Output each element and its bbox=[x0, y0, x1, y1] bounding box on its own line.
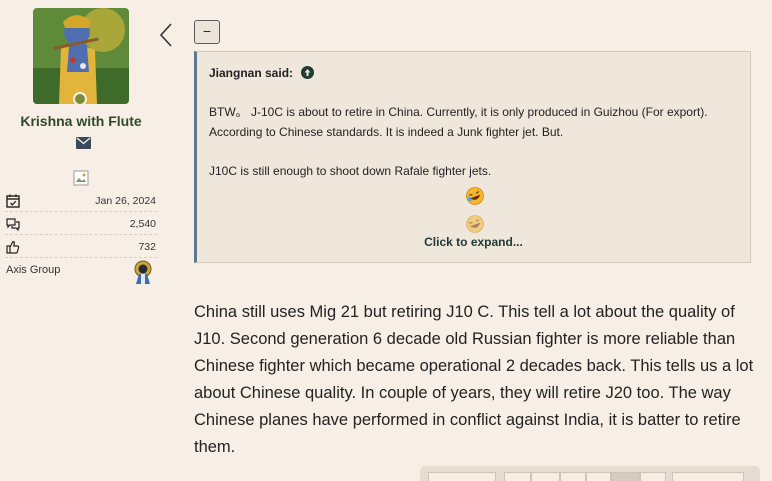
stat-joined-value: Jan 26, 2024 bbox=[95, 195, 156, 207]
stat-group: Axis Group bbox=[5, 258, 157, 288]
stat-joined: Jan 26, 2024 bbox=[5, 189, 157, 212]
arrow-up-circle-icon[interactable] bbox=[301, 66, 315, 79]
quote-attribution[interactable]: Jiangnan said: bbox=[209, 66, 315, 80]
pagination-button[interactable] bbox=[586, 472, 611, 481]
rofl-emoji-icon bbox=[466, 215, 484, 233]
group-badge-icon bbox=[134, 260, 152, 284]
user-avatar[interactable] bbox=[33, 8, 129, 104]
click-to-expand-link[interactable]: Click to expand... bbox=[197, 235, 750, 249]
rofl-emoji-icon bbox=[466, 187, 484, 205]
stat-messages: 2,540 bbox=[5, 212, 157, 235]
chevron-left-icon[interactable] bbox=[158, 22, 174, 48]
stat-reactions: 732 bbox=[5, 235, 157, 258]
pagination-button[interactable] bbox=[672, 472, 744, 481]
stat-reactions-value: 732 bbox=[138, 241, 156, 253]
pagination-button[interactable] bbox=[504, 472, 531, 481]
user-info-column: Krishna with Flute Jan 26, 2024 2,540 73… bbox=[0, 0, 162, 481]
username-link[interactable]: Krishna with Flute bbox=[0, 113, 162, 129]
broken-image-icon bbox=[73, 170, 89, 186]
pagination-bar bbox=[420, 466, 760, 481]
pagination-button[interactable] bbox=[531, 472, 560, 481]
quote-author[interactable]: Jiangnan said: bbox=[209, 66, 293, 80]
stat-messages-value: 2,540 bbox=[129, 218, 156, 230]
pagination-button-current[interactable] bbox=[611, 472, 640, 481]
mail-icon[interactable] bbox=[76, 137, 91, 149]
pagination-button[interactable] bbox=[640, 472, 666, 481]
post-body-text: China still uses Mig 21 but retiring J10… bbox=[194, 303, 754, 456]
thumbs-up-icon bbox=[6, 240, 20, 254]
quote-paragraph: J10C is still enough to shoot down Rafal… bbox=[209, 164, 492, 178]
user-stats: Jan 26, 2024 2,540 732 Axis Group bbox=[5, 189, 157, 288]
calendar-check-icon bbox=[6, 194, 20, 208]
pagination-button[interactable] bbox=[428, 472, 496, 481]
online-status-indicator bbox=[73, 92, 87, 106]
group-label: Axis Group bbox=[6, 264, 61, 276]
quote-paragraph: BTW。 J-10C is about to retire in China. … bbox=[209, 105, 708, 139]
pagination-button[interactable] bbox=[560, 472, 586, 481]
collapse-quote-button[interactable]: − bbox=[194, 20, 220, 44]
quote-block: Jiangnan said: BTW。 J-10C is about to re… bbox=[194, 51, 751, 263]
messages-icon bbox=[6, 218, 20, 231]
